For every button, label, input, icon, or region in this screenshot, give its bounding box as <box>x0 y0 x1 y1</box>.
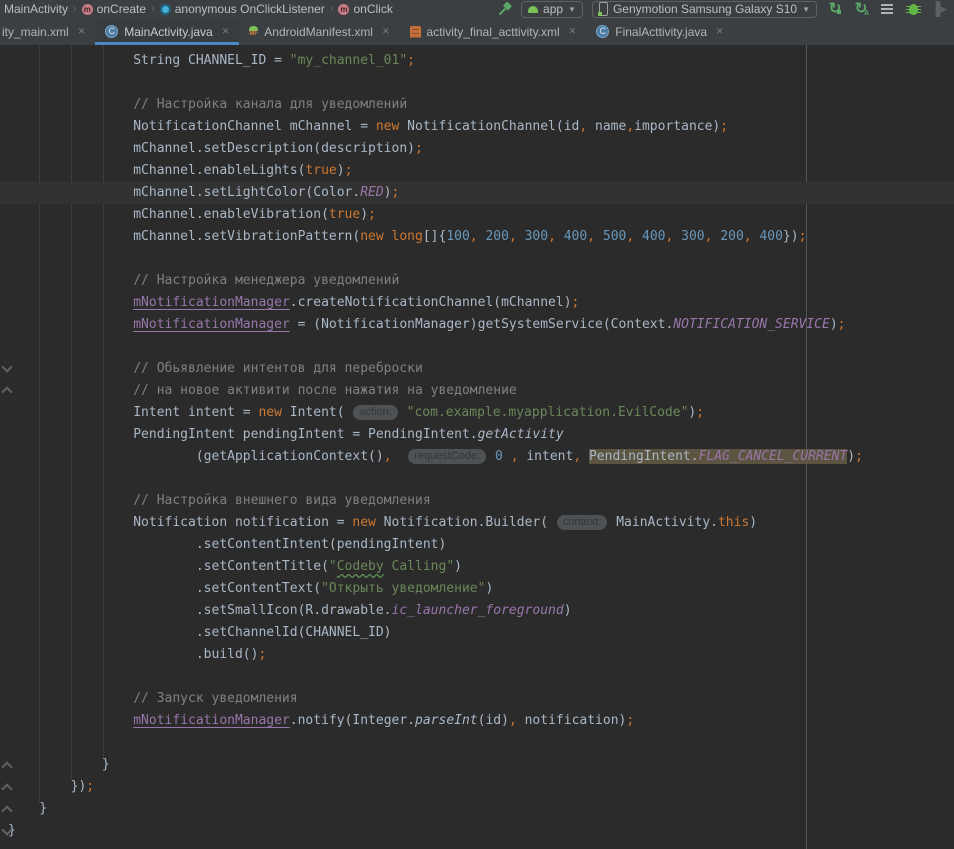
tab-label: activity_final_acttivity.xml <box>427 25 560 39</box>
run-configuration-select[interactable]: app ▼ <box>521 1 583 18</box>
code-line <box>0 666 954 688</box>
java-class-icon: C <box>596 25 609 38</box>
code-line: mChannel.setDescription(description); <box>0 138 954 160</box>
fold-marker-icon[interactable] <box>2 826 12 836</box>
breadcrumb-separator: › <box>73 3 77 15</box>
device-label: Genymotion Samsung Galaxy S10 <box>613 2 797 16</box>
apply-code-changes-icon[interactable]: ↻A <box>852 1 870 17</box>
code-line: }); <box>0 776 954 798</box>
code-line: .setContentText("Открыть уведомление") <box>0 578 954 600</box>
code-line: PendingIntent pendingIntent = PendingInt… <box>0 424 954 446</box>
attach-debugger-icon[interactable]: ▐▸ <box>930 1 948 17</box>
run-configuration-label: app <box>543 2 563 16</box>
code-line: // Настройка канала для уведомлений <box>0 94 954 116</box>
code-line: (getApplicationContext(), requestCode: 0… <box>0 446 954 468</box>
code-line: .setContentIntent(pendingIntent) <box>0 534 954 556</box>
profiler-icon[interactable] <box>878 1 896 17</box>
code-line: .setContentTitle("Codeby Calling") <box>0 556 954 578</box>
code-line: mChannel.enableLights(true); <box>0 160 954 182</box>
code-line: } <box>0 754 954 776</box>
tab-label: MainActivity.java <box>124 25 212 39</box>
code-line: String CHANNEL_ID = "my_channel_01"; <box>0 50 954 72</box>
fold-marker-icon[interactable] <box>2 363 12 373</box>
code-line: // Настройка менеджера уведомлений <box>0 270 954 292</box>
breadcrumb-separator: › <box>151 3 155 15</box>
code-line: mNotificationManager.createNotificationC… <box>0 292 954 314</box>
code-lines: String CHANNEL_ID = "my_channel_01"; // … <box>0 50 954 842</box>
method-icon: m <box>82 4 93 15</box>
editor-tab[interactable]: activity_final_acttivity.xml ✕ <box>400 18 587 45</box>
tab-label: FinalActtivity.java <box>615 25 707 39</box>
code-line: .setSmallIcon(R.drawable.ic_launcher_for… <box>0 600 954 622</box>
code-line: mChannel.enableVibration(true); <box>0 204 954 226</box>
fold-marker-icon[interactable] <box>2 385 12 395</box>
debug-icon[interactable] <box>904 1 922 17</box>
close-tab-icon[interactable]: ✕ <box>569 26 577 37</box>
code-line: // Настройка внешнего вида уведомления <box>0 490 954 512</box>
code-line: } <box>0 820 954 842</box>
code-line: mNotificationManager = (NotificationMana… <box>0 314 954 336</box>
apply-changes-restart-icon[interactable]: ↻ <box>826 1 844 17</box>
code-line: NotificationChannel mChannel = new Notif… <box>0 116 954 138</box>
breadcrumb: MainActivity › m onCreate › anonymous OnClick… <box>4 2 393 16</box>
close-tab-icon[interactable]: ✕ <box>78 26 86 37</box>
breadcrumb-item[interactable]: anonymous OnClickListener <box>175 2 325 16</box>
manifest-icon: MF <box>249 26 258 37</box>
android-studio-window: MainActivity › m onCreate › anonymous OnClick… <box>0 0 954 849</box>
editor-tab[interactable]: MF AndroidManifest.xml ✕ <box>239 18 399 45</box>
code-line <box>0 72 954 94</box>
code-line: mChannel.setVibrationPattern(new long[]{… <box>0 226 954 248</box>
code-line: mChannel.setLightColor(Color.RED); <box>0 182 954 204</box>
java-class-icon: C <box>105 25 118 38</box>
editor-tab[interactable]: ity_main.xml ✕ <box>0 18 95 45</box>
code-line: mNotificationManager.notify(Integer.pars… <box>0 710 954 732</box>
fold-marker-icon[interactable] <box>2 760 12 770</box>
close-tab-icon[interactable]: ✕ <box>222 26 230 37</box>
fold-marker-icon[interactable] <box>2 804 12 814</box>
close-tab-icon[interactable]: ✕ <box>382 26 390 37</box>
chevron-down-icon: ▼ <box>802 5 810 14</box>
run-toolbar: app ▼ Genymotion Samsung Galaxy S10 ▼ ↻↻… <box>496 1 948 18</box>
editor-tab[interactable]: C MainActivity.java ✕ <box>95 18 239 45</box>
breadcrumb-item[interactable]: onClick <box>353 2 392 16</box>
code-line <box>0 732 954 754</box>
fold-marker-icon[interactable] <box>2 782 12 792</box>
code-line: .setChannelId(CHANNEL_ID) <box>0 622 954 644</box>
code-line: // Запуск уведомления <box>0 688 954 710</box>
breadcrumb-item[interactable]: MainActivity <box>4 2 68 16</box>
code-line: .build(); <box>0 644 954 666</box>
android-icon <box>528 6 538 13</box>
breadcrumb-item[interactable]: onCreate <box>97 2 146 16</box>
code-line: } <box>0 798 954 820</box>
device-phone-icon <box>599 2 608 16</box>
breadcrumb-separator: › <box>330 3 334 15</box>
editor-tab[interactable]: C FinalActtivity.java ✕ <box>586 18 733 45</box>
layout-xml-icon <box>410 26 421 38</box>
tab-label: ity_main.xml <box>2 25 69 39</box>
editor-tab-bar: ity_main.xml ✕ C MainActivity.java ✕ MF Androi… <box>0 18 954 45</box>
code-line <box>0 468 954 490</box>
navigation-bar: MainActivity › m onCreate › anonymous OnClick… <box>0 0 954 18</box>
method-icon: m <box>338 4 349 15</box>
toolbar-actions: ↻ ↻A ▐▸ <box>826 1 948 17</box>
close-tab-icon[interactable]: ✕ <box>716 26 724 37</box>
tab-label: AndroidManifest.xml <box>264 25 373 39</box>
code-line: Notification notification = new Notifica… <box>0 512 954 534</box>
code-line: Intent intent = new Intent( action: "com… <box>0 402 954 424</box>
device-select[interactable]: Genymotion Samsung Galaxy S10 ▼ <box>592 1 817 18</box>
anonymous-class-icon <box>160 4 171 15</box>
chevron-down-icon: ▼ <box>568 5 576 14</box>
code-line <box>0 336 954 358</box>
code-editor[interactable]: String CHANNEL_ID = "my_channel_01"; // … <box>0 45 954 849</box>
code-line: // Обьявление интентов для переброски <box>0 358 954 380</box>
build-hammer-icon[interactable] <box>496 1 512 17</box>
code-line: // на новое активити после нажатия на ув… <box>0 380 954 402</box>
code-line <box>0 248 954 270</box>
